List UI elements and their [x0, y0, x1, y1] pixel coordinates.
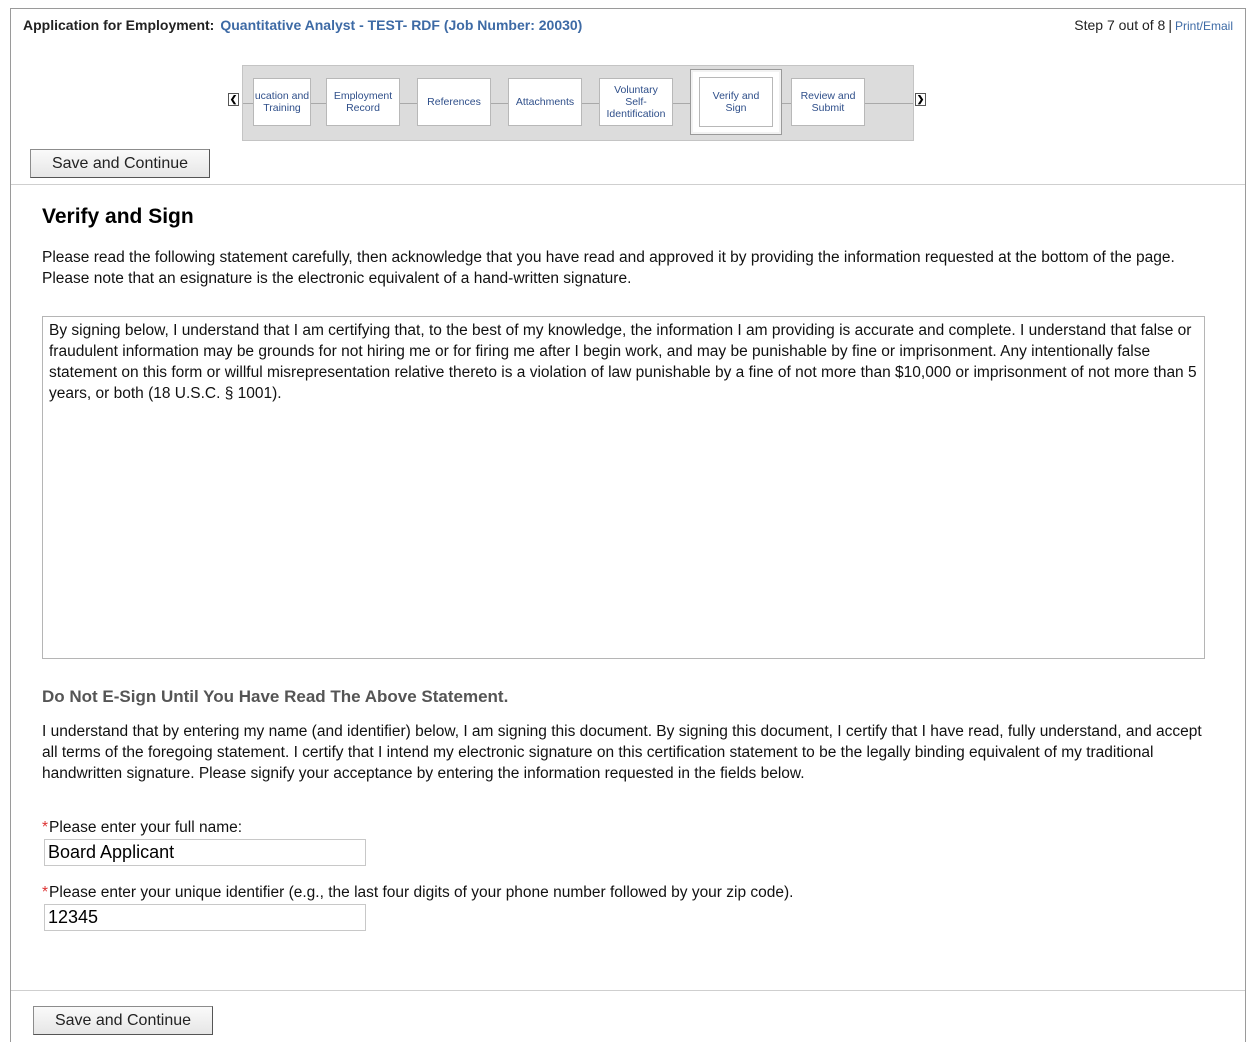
full-name-label-text: Please enter your full name: — [49, 819, 243, 836]
application-title: Application for Employment: Quantitative … — [23, 17, 582, 33]
asterisk-icon: * — [42, 819, 49, 836]
print-email-link[interactable]: Print/Email — [1175, 19, 1233, 33]
separator: | — [1168, 17, 1172, 33]
save-and-continue-button-top[interactable]: Save and Continue — [30, 149, 210, 178]
application-header: Application for Employment: Quantitative … — [11, 9, 1245, 185]
step-review-and-submit[interactable]: Review and Submit — [791, 78, 865, 126]
step-verify-and-sign[interactable]: Verify and Sign — [690, 69, 782, 135]
save-and-continue-button-bottom[interactable]: Save and Continue — [33, 1006, 213, 1035]
step-references[interactable]: References — [417, 78, 491, 126]
application-frame: Application for Employment: Quantitative … — [10, 8, 1246, 1042]
job-title: Quantitative Analyst - TEST- RDF (Job Nu… — [220, 17, 583, 33]
step-attachments[interactable]: Attachments — [508, 78, 582, 126]
unique-identifier-field[interactable] — [44, 904, 366, 931]
full-name-label: *Please enter your full name: — [42, 819, 242, 837]
chevron-left-icon[interactable]: ❮ — [228, 93, 239, 106]
application-label: Application for Employment: — [23, 17, 215, 33]
intro-text: Please read the following statement care… — [42, 249, 1175, 287]
asterisk-icon: * — [42, 884, 49, 901]
chevron-right-icon[interactable]: ❯ — [915, 93, 926, 106]
step-count: Step 7 out of 8 — [1074, 17, 1166, 33]
unique-identifier-label: *Please enter your unique identifier (e.… — [42, 884, 793, 902]
page-title: Verify and Sign — [42, 205, 194, 228]
unique-identifier-label-text: Please enter your unique identifier (e.g… — [49, 884, 794, 901]
step-voluntary-self-identification[interactable]: Voluntary Self- Identification — [599, 78, 673, 126]
step-indicator: Step 7 out of 8 | Print/Email — [1074, 17, 1233, 33]
consent-text: I understand that by entering my name (a… — [42, 723, 1202, 782]
step-education-training[interactable]: ucation and Training — [253, 78, 311, 126]
step-employment-record[interactable]: Employment Record — [326, 78, 400, 126]
footer-divider — [11, 990, 1245, 991]
step-verify-and-sign-label: Verify and Sign — [699, 77, 773, 127]
certification-statement[interactable]: By signing below, I understand that I am… — [42, 316, 1205, 659]
step-navigator: ucation and Training Employment Record R… — [242, 65, 914, 141]
full-name-field[interactable] — [44, 839, 366, 866]
esign-warning: Do Not E-Sign Until You Have Read The Ab… — [42, 687, 509, 706]
